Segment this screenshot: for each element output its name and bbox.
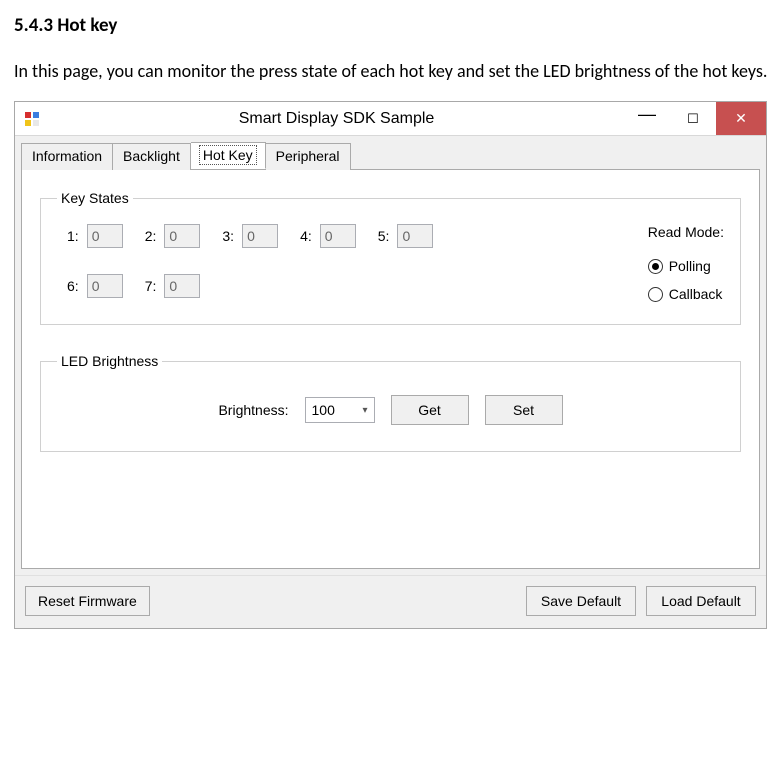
tab-hot-key[interactable]: Hot Key <box>191 142 266 169</box>
app-window: Smart Display SDK Sample — ☐ ✕ Informati… <box>14 101 767 629</box>
tab-backlight[interactable]: Backlight <box>113 143 191 170</box>
radio-icon <box>648 259 663 274</box>
read-mode-label: Read Mode: <box>648 224 724 240</box>
key-6-input <box>87 274 123 298</box>
brightness-select[interactable]: 100 ▾ <box>305 397 375 423</box>
read-mode-polling[interactable]: Polling <box>648 258 724 274</box>
bottom-bar: Reset Firmware Save Default Load Default <box>15 575 766 628</box>
read-mode-callback[interactable]: Callback <box>648 286 724 302</box>
minimize-button[interactable]: — <box>624 102 670 135</box>
key-1-input <box>87 224 123 248</box>
maximize-button[interactable]: ☐ <box>670 102 716 135</box>
section-heading: 5.4.3 Hot key <box>14 14 768 37</box>
key-3-input <box>242 224 278 248</box>
key-7-input <box>164 274 200 298</box>
key-states-group: Key States 1: 2: 3: <box>40 190 741 325</box>
read-mode-group: Read Mode: Polling Callback <box>628 224 724 302</box>
window-controls: — ☐ ✕ <box>624 102 766 135</box>
key-4: 4: <box>300 224 356 248</box>
close-icon: ✕ <box>735 110 747 127</box>
key-1: 1: <box>67 224 123 248</box>
key-7: 7: <box>145 274 201 298</box>
tab-bar: Information Backlight Hot Key Peripheral <box>15 136 766 169</box>
minimize-icon: — <box>638 104 656 125</box>
save-default-button[interactable]: Save Default <box>526 586 636 616</box>
tab-information[interactable]: Information <box>21 143 113 170</box>
key-3: 3: <box>222 224 278 248</box>
close-button[interactable]: ✕ <box>716 102 766 135</box>
brightness-value: 100 <box>312 402 357 418</box>
key-6: 6: <box>67 274 123 298</box>
led-brightness-legend: LED Brightness <box>57 353 162 369</box>
key-2: 2: <box>145 224 201 248</box>
reset-firmware-button[interactable]: Reset Firmware <box>25 586 150 616</box>
radio-icon <box>648 287 663 302</box>
key-states-legend: Key States <box>57 190 133 206</box>
brightness-label: Brightness: <box>218 402 288 418</box>
titlebar: Smart Display SDK Sample — ☐ ✕ <box>15 102 766 136</box>
chevron-down-icon: ▾ <box>362 405 367 416</box>
key-5-input <box>397 224 433 248</box>
tab-panel-hot-key: Key States 1: 2: 3: <box>21 169 760 569</box>
maximize-icon: ☐ <box>687 111 699 127</box>
key-states-grid: 1: 2: 3: 4: <box>57 224 596 298</box>
section-intro: In this page, you can monitor the press … <box>14 55 768 87</box>
set-button[interactable]: Set <box>485 395 563 425</box>
window-title: Smart Display SDK Sample <box>49 102 624 135</box>
key-2-input <box>164 224 200 248</box>
led-brightness-group: LED Brightness Brightness: 100 ▾ Get Set <box>40 353 741 452</box>
app-icon <box>15 102 49 135</box>
load-default-button[interactable]: Load Default <box>646 586 756 616</box>
tab-peripheral[interactable]: Peripheral <box>266 143 351 170</box>
get-button[interactable]: Get <box>391 395 469 425</box>
key-4-input <box>320 224 356 248</box>
key-5: 5: <box>378 224 434 248</box>
